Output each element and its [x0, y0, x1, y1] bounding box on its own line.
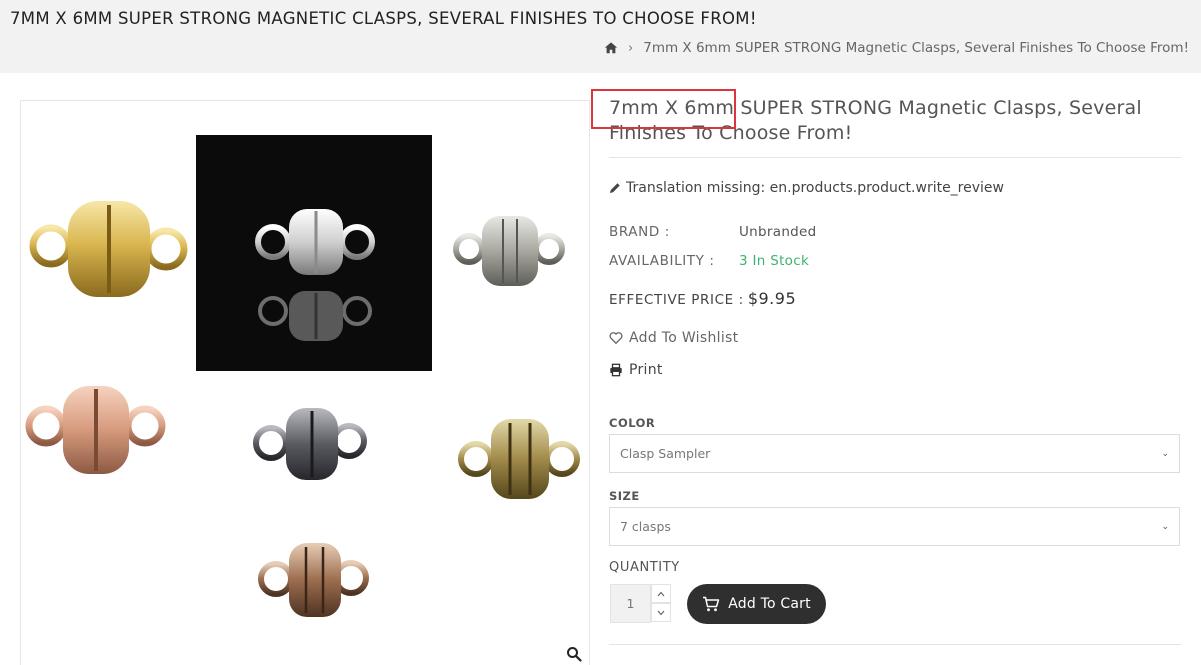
add-to-cart-button[interactable]: Add To Cart	[687, 584, 826, 624]
write-review-link[interactable]: Translation missing: en.products.product…	[609, 180, 1004, 196]
home-icon[interactable]	[604, 41, 618, 55]
pencil-icon	[610, 183, 620, 193]
product-image	[25, 135, 580, 617]
breadcrumb-separator: ›	[628, 40, 634, 56]
breadcrumb: › 7mm X 6mm SUPER STRONG Magnetic Clasps…	[604, 40, 1189, 56]
chevron-down-icon: ⌄	[1161, 448, 1169, 459]
size-selected-value: 7 clasps	[620, 519, 671, 534]
brand-value: Unbranded	[739, 224, 817, 240]
quantity-input[interactable]: 1	[610, 584, 651, 623]
write-review-text: Translation missing: en.products.product…	[626, 180, 1004, 196]
clasp-gunmetal	[253, 408, 367, 480]
print-link[interactable]: Print	[609, 362, 663, 378]
quantity-increment-button[interactable]	[651, 584, 671, 603]
product-image-gallery[interactable]	[20, 100, 590, 665]
quantity-decrement-button[interactable]	[651, 603, 671, 622]
brand-label: BRAND :	[609, 224, 670, 240]
clasp-antique-silver	[453, 216, 565, 286]
product-info: 7mm X 6mm SUPER STRONG Magnetic Clasps, …	[609, 96, 1181, 146]
print-icon	[610, 363, 622, 377]
clasp-gold	[29, 201, 188, 297]
breadcrumb-current: 7mm X 6mm SUPER STRONG Magnetic Clasps, …	[643, 40, 1189, 56]
brand-row: BRAND : Unbranded	[609, 224, 817, 240]
chevron-down-icon: ⌄	[1161, 521, 1169, 532]
chevron-down-icon	[657, 610, 665, 615]
color-selected-value: Clasp Sampler	[620, 446, 711, 461]
add-to-cart-label: Add To Cart	[728, 596, 811, 612]
page-header: 7MM X 6MM SUPER STRONG MAGNETIC CLASPS, …	[0, 0, 1201, 73]
price-label: EFFECTIVE PRICE :	[609, 292, 744, 308]
search-icon[interactable]	[566, 646, 582, 662]
availability-label: AVAILABILITY :	[609, 253, 715, 269]
add-to-wishlist-link[interactable]: Add To Wishlist	[609, 330, 738, 346]
page-title: 7MM X 6MM SUPER STRONG MAGNETIC CLASPS, …	[10, 9, 757, 28]
availability-value: 3 In Stock	[739, 253, 810, 269]
clasp-antique-brass	[458, 419, 580, 499]
color-label: COLOR	[609, 416, 656, 430]
size-label: SIZE	[609, 489, 640, 503]
heart-icon	[609, 332, 623, 345]
wishlist-label: Add To Wishlist	[629, 330, 739, 346]
chevron-up-icon	[657, 591, 665, 596]
price-value: $9.95	[747, 289, 797, 308]
clasp-copper	[25, 386, 166, 474]
clasp-antique-copper	[258, 543, 369, 617]
price-row: EFFECTIVE PRICE : $9.95	[609, 289, 796, 308]
size-select[interactable]: 7 clasps ⌄	[609, 507, 1180, 546]
quantity-label: QUANTITY	[609, 560, 680, 575]
print-label: Print	[629, 362, 663, 378]
color-select[interactable]: Clasp Sampler ⌄	[609, 434, 1180, 473]
cart-icon	[703, 596, 720, 612]
divider	[609, 644, 1181, 645]
product-title: 7mm X 6mm SUPER STRONG Magnetic Clasps, …	[609, 97, 1142, 144]
divider	[609, 157, 1181, 158]
availability-row: AVAILABILITY : 3 In Stock	[609, 253, 809, 269]
